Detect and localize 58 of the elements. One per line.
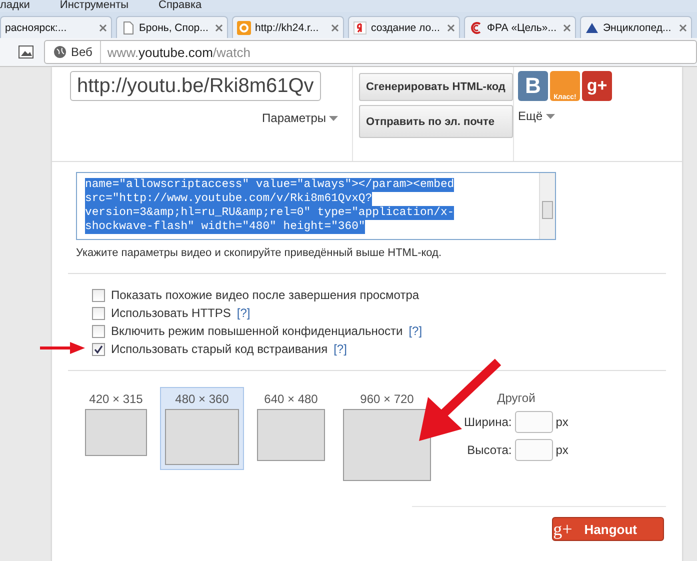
custom-size-title: Другой bbox=[497, 391, 536, 405]
checkbox-label: Включить режим повышенной конфиденциальности bbox=[111, 324, 403, 338]
embed-code-field[interactable]: name="allowscriptaccess" value="always"></param><embed src="http://www.youtube.com/v/Rki8m61QvxQ? version=3&amp;hl=ru_RU&amp;rel=0" type="application/x- shockwave-flash" width="480" height="360" bbox=[76, 172, 556, 240]
annotation-arrow bbox=[40, 341, 86, 355]
more-dropdown[interactable]: Ещё bbox=[518, 109, 555, 123]
size-option[interactable]: 480 × 360 bbox=[160, 387, 244, 470]
close-icon[interactable] bbox=[99, 24, 107, 32]
menu-item[interactable]: Справка bbox=[158, 0, 202, 12]
logo-icon bbox=[469, 20, 483, 34]
browser-tab[interactable]: создание ло... bbox=[348, 16, 460, 38]
browser-tab[interactable]: ФРА «Цель»... bbox=[464, 16, 576, 38]
browser-tab[interactable]: http://kh24.r... bbox=[232, 16, 344, 38]
browser-tab[interactable]: Бронь, Спор... bbox=[116, 16, 228, 38]
page-icon bbox=[121, 20, 135, 34]
generate-button[interactable]: Сгенерировать HTML-код bbox=[359, 73, 513, 101]
options-dropdown[interactable]: Параметры bbox=[262, 111, 338, 125]
field-label: Высота: bbox=[467, 443, 512, 457]
link-field[interactable]: http://youtu.be/Rki8m61Qv bbox=[70, 71, 321, 101]
browser-tab[interactable]: Энциклопед... bbox=[580, 16, 692, 38]
input-field[interactable] bbox=[514, 411, 553, 433]
logo-icon bbox=[353, 20, 367, 34]
hint-text: Укажите параметры видео и скопируйте приведённый выше HTML-код. bbox=[76, 247, 443, 259]
triangle-icon bbox=[585, 20, 599, 34]
menu-item[interactable]: Инструменты bbox=[60, 0, 129, 12]
close-icon[interactable] bbox=[679, 24, 687, 32]
close-icon[interactable] bbox=[331, 24, 339, 32]
search-label: Веб bbox=[71, 45, 92, 59]
share-link[interactable]: B bbox=[518, 71, 548, 101]
hangout-button[interactable]: g+ Hangout bbox=[552, 517, 664, 541]
check-icon bbox=[93, 344, 104, 354]
share-link[interactable]: g+ bbox=[582, 71, 612, 101]
url-text: www.youtube.com/watch bbox=[106, 44, 250, 60]
help-link[interactable]: [?] bbox=[236, 306, 250, 320]
address-bar[interactable]: Веб www.youtube.com/watch bbox=[44, 40, 697, 64]
checkbox-label: Показать похожие видео после завершения просмотра bbox=[111, 288, 420, 302]
checkbox[interactable] bbox=[92, 324, 105, 338]
logo-icon bbox=[237, 20, 251, 34]
close-icon[interactable] bbox=[563, 24, 571, 32]
close-icon[interactable] bbox=[215, 24, 223, 32]
unit-label: px bbox=[556, 443, 568, 457]
caret-icon bbox=[329, 116, 338, 122]
globe-icon bbox=[53, 45, 67, 59]
email-button[interactable]: Отправить по эл. почте bbox=[359, 105, 513, 138]
checkbox[interactable] bbox=[92, 306, 105, 320]
checkbox-label: Использовать старый код встраивания bbox=[111, 342, 328, 356]
input-field[interactable] bbox=[514, 439, 553, 461]
menu-item[interactable]: ладки bbox=[0, 0, 30, 12]
field-label: Ширина: bbox=[464, 415, 512, 429]
checkbox[interactable] bbox=[92, 288, 105, 302]
browser-tab[interactable]: расноярск:... bbox=[0, 16, 112, 38]
caret-icon bbox=[546, 114, 555, 120]
help-link[interactable]: [?] bbox=[408, 324, 422, 338]
help-link[interactable]: [?] bbox=[334, 342, 347, 356]
checkbox-label: Использовать HTTPS bbox=[111, 306, 231, 320]
image-icon[interactable] bbox=[18, 45, 34, 59]
unit-label: px bbox=[556, 415, 568, 429]
close-icon[interactable] bbox=[447, 24, 455, 32]
checkbox[interactable] bbox=[92, 342, 105, 356]
